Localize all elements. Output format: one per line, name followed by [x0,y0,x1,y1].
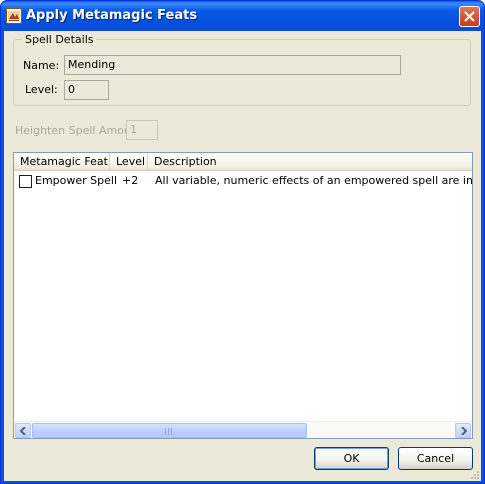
scroll-thumb[interactable] [32,423,307,438]
cancel-button[interactable]: Cancel [398,447,473,470]
app-icon [6,8,22,24]
dialog-window: Apply Metamagic Feats Spell Details Name… [0,0,485,484]
spell-details-legend: Spell Details [22,33,97,46]
heighten-label: Heighten Spell Amount [15,124,143,137]
column-header-feat[interactable]: Metamagic Feat [14,153,110,170]
scroll-right-button[interactable] [455,423,471,438]
ok-button[interactable]: OK [314,447,389,470]
feat-level: +2 [122,174,139,187]
heighten-amount-field: 1 [126,120,158,140]
list-item[interactable]: Empower Spell +2 All variable, numeric e… [14,173,472,189]
close-icon[interactable] [459,6,480,27]
column-header-level[interactable]: Level [110,153,148,170]
horizontal-scrollbar[interactable] [14,421,472,438]
name-field: Mending [64,55,401,75]
list-header: Metamagic Feat Level Description [14,153,472,171]
level-field: 0 [64,80,109,100]
dialog-body: Spell Details Name: Mending Level: 0 Hei… [4,31,481,481]
column-header-description[interactable]: Description [148,153,472,170]
grip-icon [165,428,175,435]
level-label: Level: [25,83,58,96]
scroll-left-button[interactable] [15,423,31,438]
feat-description: All variable, numeric effects of an empo… [155,174,472,187]
chevron-left-icon [20,427,26,435]
title-bar[interactable]: Apply Metamagic Feats [1,1,484,31]
name-label: Name: [23,59,60,72]
chevron-right-icon [461,427,467,435]
feat-checkbox[interactable] [19,175,32,188]
feat-name: Empower Spell [35,174,118,187]
resize-grip-icon[interactable] [469,469,479,479]
metamagic-feats-list[interactable]: Metamagic Feat Level Description Empower… [13,152,473,439]
window-title: Apply Metamagic Feats [26,8,198,23]
